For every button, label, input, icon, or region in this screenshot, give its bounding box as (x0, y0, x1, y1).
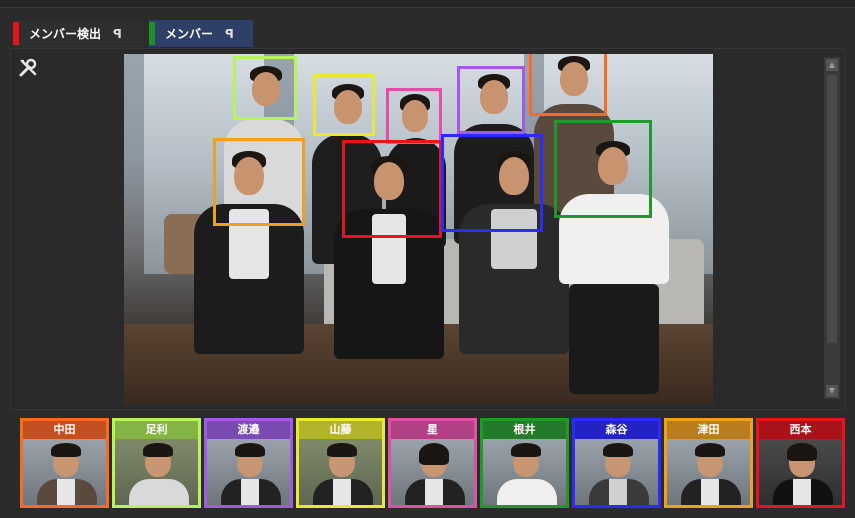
tab-accent (149, 22, 155, 45)
member-name: 根井 (483, 421, 566, 439)
member-photo-hair (787, 443, 817, 461)
member-card[interactable]: 星 (388, 418, 477, 508)
member-card[interactable]: 山藤 (296, 418, 385, 508)
member-photo-hair (143, 443, 173, 457)
tab-accent (13, 22, 19, 45)
member-photo-shirt (333, 479, 351, 505)
face-detection-box[interactable] (441, 134, 543, 232)
member-photo-shirt (701, 479, 719, 505)
face-detection-box[interactable] (213, 138, 305, 226)
face-detection-box[interactable] (457, 66, 525, 134)
member-photo-hair (695, 443, 725, 457)
scroll-up-icon[interactable]: ▲ (826, 59, 838, 71)
member-name: 中田 (23, 421, 106, 439)
face-detection-box[interactable] (554, 120, 652, 218)
member-photo-hair (235, 443, 265, 457)
tab-members[interactable]: メンバー ꟼ (149, 20, 253, 47)
member-name: 星 (391, 421, 474, 439)
member-photo-shirt (609, 479, 627, 505)
member-photo-hair (511, 443, 541, 457)
member-name: 西本 (759, 421, 842, 439)
member-card[interactable]: 根井 (480, 418, 569, 508)
member-photo-body (129, 479, 189, 505)
face-detection-box[interactable] (529, 54, 607, 116)
vertical-scrollbar[interactable]: ▲ ▼ (824, 57, 840, 399)
member-name: 森谷 (575, 421, 658, 439)
member-card[interactable]: 足利 (112, 418, 201, 508)
member-name: 津田 (667, 421, 750, 439)
face-detection-box[interactable] (386, 88, 442, 144)
pin-icon[interactable]: ꟼ (113, 27, 122, 41)
member-name: 足利 (115, 421, 198, 439)
member-photo-hair (419, 443, 449, 465)
member-card[interactable]: 渡邉 (204, 418, 293, 508)
window-top-strip (0, 0, 855, 8)
scroll-thumb[interactable] (827, 75, 837, 343)
member-name: 山藤 (299, 421, 382, 439)
member-name: 渡邉 (207, 421, 290, 439)
member-photo-hair (327, 443, 357, 457)
face-detection-box[interactable] (342, 140, 442, 238)
member-card[interactable]: 森谷 (572, 418, 661, 508)
scroll-down-icon[interactable]: ▼ (826, 385, 838, 397)
member-card[interactable]: 中田 (20, 418, 109, 508)
wrench-screwdriver-icon[interactable] (18, 58, 38, 78)
member-photo-shirt (57, 479, 75, 505)
member-photo-shirt (425, 479, 443, 505)
face-detection-box[interactable] (313, 74, 375, 136)
member-card[interactable]: 津田 (664, 418, 753, 508)
member-photo-body (497, 479, 557, 505)
group-photo (124, 54, 713, 404)
member-photo-hair (51, 443, 81, 457)
tab-bar: メンバー検出 ꟼ メンバー ꟼ (0, 8, 855, 48)
member-card[interactable]: 西本 (756, 418, 845, 508)
tab-label: メンバー検出 (29, 27, 102, 41)
member-list: 中田 足利 渡邉 山藤 星 根井 森谷 津田 西本 (20, 418, 845, 508)
face-detection-box[interactable] (233, 56, 297, 120)
member-photo-shirt (793, 479, 811, 505)
member-photo-hair (603, 443, 633, 457)
tab-member-detection[interactable]: メンバー検出 ꟼ (13, 20, 144, 47)
tab-label: メンバー (165, 27, 214, 41)
pin-icon[interactable]: ꟼ (225, 27, 234, 41)
member-photo-shirt (241, 479, 259, 505)
